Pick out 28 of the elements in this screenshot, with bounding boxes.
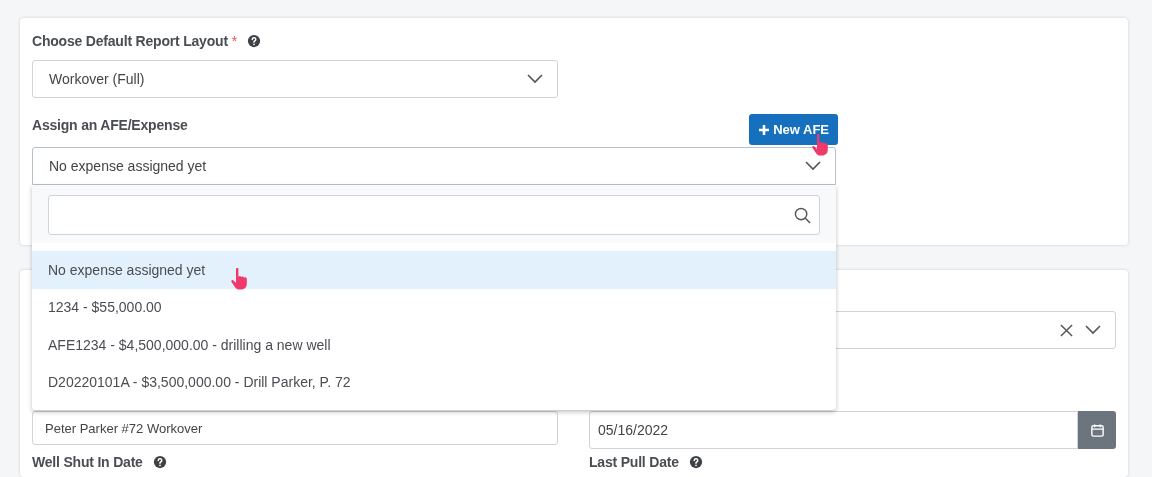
dropdown-option[interactable]: D20220101A - $3,500,000.00 - Drill Parker, P. 72 [32, 363, 836, 401]
field-label: Last Pull Date [589, 454, 679, 471]
chevron-down-icon [1085, 325, 1101, 336]
field-label: Assign an AFE/Expense [32, 117, 188, 135]
required-mark: * [231, 33, 238, 49]
chevron-down-icon [527, 74, 543, 84]
dropdown-option[interactable]: No expense assigned yet [32, 251, 836, 289]
search-icon [794, 206, 811, 224]
dropdown-option[interactable]: 1234 - $55,000.00 [32, 288, 836, 326]
afe-select[interactable]: No expense assigned yet [32, 147, 836, 185]
hand-cursor-icon [230, 267, 250, 291]
new-afe-button[interactable]: New AFE [749, 114, 838, 145]
field-label: Choose Default Report Layout [32, 33, 228, 49]
hand-cursor-icon [811, 133, 831, 157]
clear-icon[interactable] [1060, 323, 1073, 337]
plus-icon [758, 123, 771, 136]
name-field[interactable]: Peter Parker #72 Workover [32, 411, 558, 446]
calendar-button[interactable] [1078, 411, 1116, 450]
search-field[interactable] [48, 195, 820, 235]
layout-select[interactable]: Workover (Full) [32, 60, 558, 98]
field-label: Well Shut In Date [32, 454, 143, 471]
chevron-down-icon [805, 161, 821, 171]
date-field[interactable]: 05/16/2022 [589, 411, 1078, 450]
help-icon[interactable] [152, 455, 167, 470]
dropdown-option[interactable]: AFE1234 - $4,500,000.00 - drilling a new well [32, 326, 836, 364]
help-icon[interactable] [688, 455, 703, 470]
calendar-icon [1089, 422, 1105, 438]
help-icon[interactable] [247, 34, 262, 48]
